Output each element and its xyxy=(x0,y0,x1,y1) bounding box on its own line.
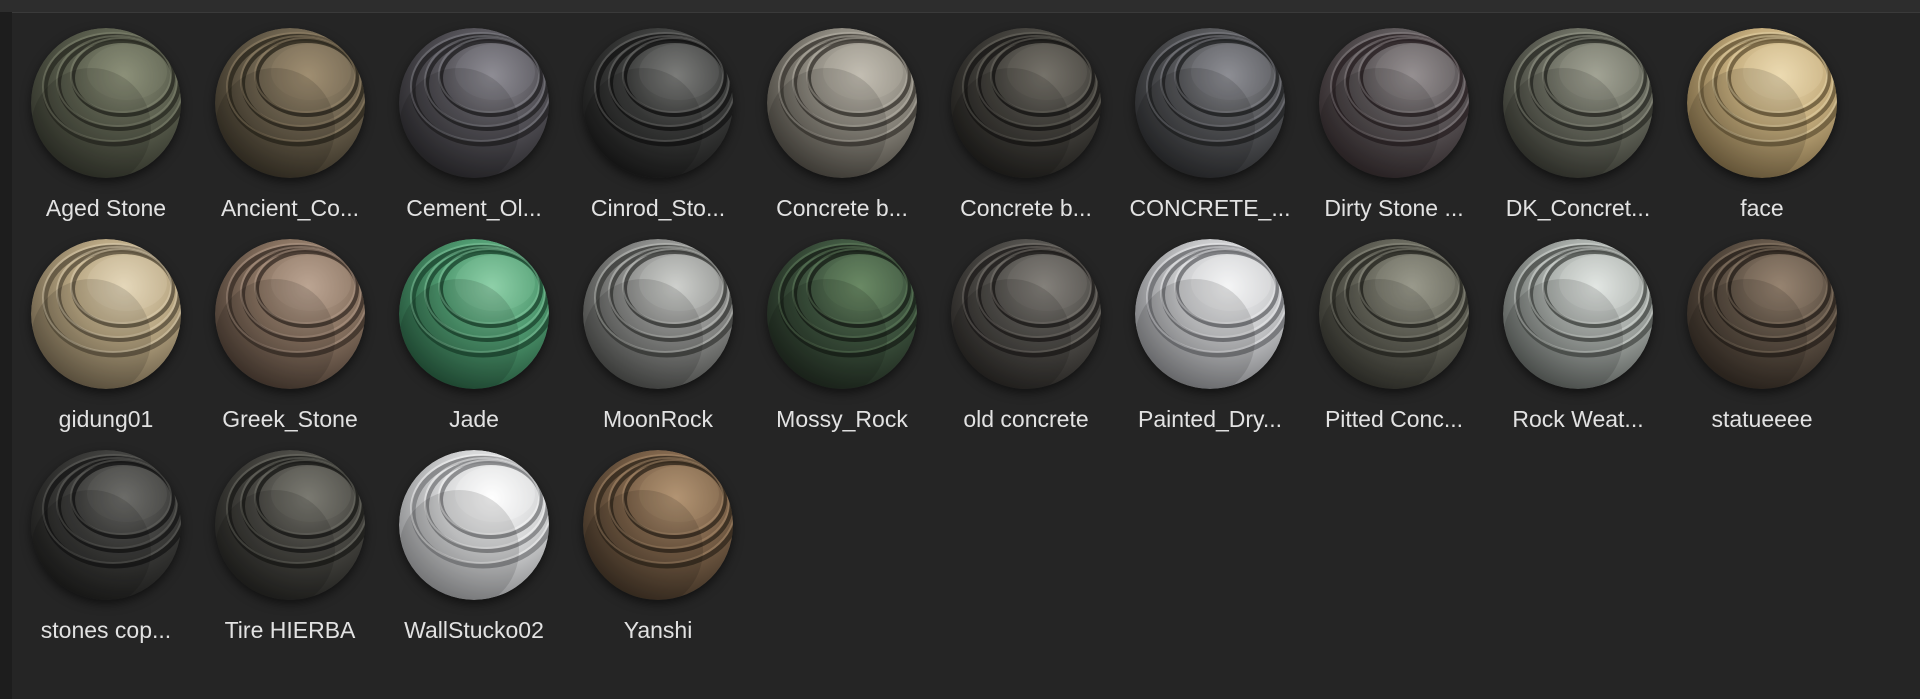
material-sphere-icon xyxy=(31,450,181,600)
material-tile[interactable]: WallStucko02 xyxy=(390,448,574,659)
material-label: statueeee xyxy=(1711,406,1813,432)
material-tile[interactable]: Jade xyxy=(390,237,574,448)
material-tile[interactable]: face xyxy=(1678,26,1862,237)
material-label: Concrete b... xyxy=(960,195,1092,221)
material-sphere-icon xyxy=(767,28,917,178)
material-label: stones cop... xyxy=(40,617,172,643)
material-tile[interactable]: Yanshi xyxy=(574,448,758,659)
material-label: Tire HIERBA xyxy=(224,617,356,643)
material-tile[interactable]: Greek_Stone xyxy=(206,237,390,448)
material-sphere-icon xyxy=(399,239,549,389)
material-label: Ancient_Co... xyxy=(220,195,360,221)
material-label: Yanshi xyxy=(623,617,693,643)
material-tile[interactable]: MoonRock xyxy=(574,237,758,448)
material-label: Cement_Ol... xyxy=(406,195,542,221)
material-sphere-icon xyxy=(215,28,365,178)
material-tile[interactable]: Cement_Ol... xyxy=(390,26,574,237)
material-label: Concrete b... xyxy=(776,195,908,221)
material-label: old concrete xyxy=(963,406,1089,432)
material-tile[interactable]: Dirty Stone ... xyxy=(1310,26,1494,237)
material-tile[interactable]: old concrete xyxy=(942,237,1126,448)
material-tile[interactable]: Mossy_Rock xyxy=(758,237,942,448)
material-label: Dirty Stone ... xyxy=(1324,195,1464,221)
material-label: Rock Weat... xyxy=(1512,406,1644,432)
material-label: face xyxy=(1740,195,1784,221)
material-label: Pitted Conc... xyxy=(1324,406,1464,432)
material-tile[interactable]: Concrete b... xyxy=(758,26,942,237)
material-tile[interactable]: Cinrod_Sto... xyxy=(574,26,758,237)
material-sphere-icon xyxy=(1687,28,1837,178)
material-sphere-icon xyxy=(951,239,1101,389)
material-sphere-icon xyxy=(583,28,733,178)
material-sphere-icon xyxy=(1135,239,1285,389)
material-label: gidung01 xyxy=(58,406,154,432)
material-label: MoonRock xyxy=(603,406,713,432)
material-label: Jade xyxy=(449,406,499,432)
material-sphere-icon xyxy=(31,28,181,178)
material-sphere-icon xyxy=(583,450,733,600)
material-sphere-icon xyxy=(1687,239,1837,389)
material-label: Greek_Stone xyxy=(222,406,358,432)
material-sphere-icon xyxy=(1135,28,1285,178)
material-label: Mossy_Rock xyxy=(776,406,908,432)
material-label: DK_Concret... xyxy=(1505,195,1651,221)
material-sphere-icon xyxy=(767,239,917,389)
material-sphere-icon xyxy=(399,450,549,600)
material-sphere-icon xyxy=(583,239,733,389)
material-sphere-icon xyxy=(215,239,365,389)
material-tile[interactable]: Rock Weat... xyxy=(1494,237,1678,448)
material-label: WallStucko02 xyxy=(404,617,544,643)
material-sphere-icon xyxy=(31,239,181,389)
material-tile[interactable]: DK_Concret... xyxy=(1494,26,1678,237)
material-tile[interactable]: Tire HIERBA xyxy=(206,448,390,659)
panel-top-border xyxy=(0,0,1920,13)
material-tile[interactable]: statueeee xyxy=(1678,237,1862,448)
material-label: CONCRETE_... xyxy=(1129,195,1291,221)
panel-left-border xyxy=(0,12,12,699)
material-grid: Aged Stone Ancient_Co... Cement_Ol... Ci… xyxy=(22,26,1862,659)
material-label: Cinrod_Sto... xyxy=(590,195,726,221)
material-tile[interactable]: Aged Stone xyxy=(22,26,206,237)
material-sphere-icon xyxy=(1503,28,1653,178)
material-tile[interactable]: Painted_Dry... xyxy=(1126,237,1310,448)
material-tile[interactable]: Pitted Conc... xyxy=(1310,237,1494,448)
material-sphere-icon xyxy=(1319,28,1469,178)
material-library-panel: Aged Stone Ancient_Co... Cement_Ol... Ci… xyxy=(0,0,1920,699)
material-tile[interactable]: stones cop... xyxy=(22,448,206,659)
material-sphere-icon xyxy=(1319,239,1469,389)
material-sphere-icon xyxy=(215,450,365,600)
material-tile[interactable]: Concrete b... xyxy=(942,26,1126,237)
material-label: Painted_Dry... xyxy=(1137,406,1283,432)
material-label: Aged Stone xyxy=(45,195,167,221)
material-sphere-icon xyxy=(951,28,1101,178)
material-tile[interactable]: CONCRETE_... xyxy=(1126,26,1310,237)
material-tile[interactable]: gidung01 xyxy=(22,237,206,448)
material-sphere-icon xyxy=(399,28,549,178)
material-tile[interactable]: Ancient_Co... xyxy=(206,26,390,237)
material-sphere-icon xyxy=(1503,239,1653,389)
